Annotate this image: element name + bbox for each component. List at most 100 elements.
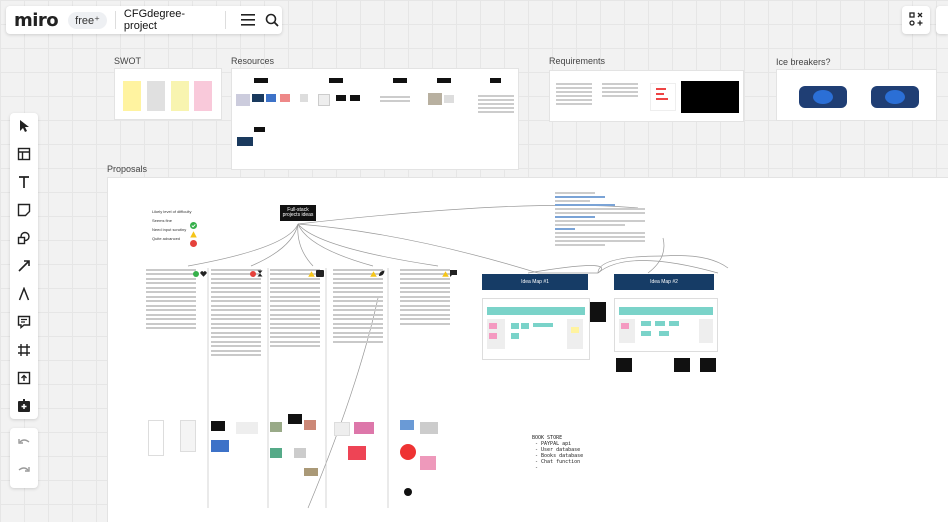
icebreakers-frame[interactable]	[776, 69, 937, 121]
idea-map-2-header[interactable]: Idea Map #2	[614, 274, 714, 290]
undo-button[interactable]	[10, 428, 38, 456]
miro-logo[interactable]: miro	[14, 10, 59, 31]
proposal-thumbnail[interactable]	[288, 414, 302, 424]
swot-opportunities-sticky[interactable]	[171, 81, 189, 111]
chat-icon	[450, 264, 457, 282]
requirements-frame[interactable]	[549, 70, 744, 122]
frame-label-proposals[interactable]: Proposals	[107, 164, 147, 174]
proposal-thumbnail[interactable]	[304, 420, 316, 430]
resource-image[interactable]	[252, 94, 264, 102]
select-tool[interactable]	[10, 113, 38, 141]
idea-column-1[interactable]	[146, 266, 196, 346]
more-apps-tool[interactable]	[10, 393, 38, 421]
resource-image[interactable]	[350, 95, 360, 101]
frame-label-requirements[interactable]: Requirements	[549, 56, 605, 66]
swot-weaknesses-sticky[interactable]	[147, 81, 165, 111]
proposal-thumbnail[interactable]	[420, 456, 436, 470]
idea-column-2[interactable]	[211, 266, 261, 386]
proposal-thumbnail[interactable]	[236, 422, 258, 434]
requirements-text[interactable]	[556, 81, 592, 109]
icebreaker-image[interactable]	[871, 86, 919, 108]
requirements-text[interactable]	[602, 81, 638, 109]
proposal-thumbnail[interactable]	[400, 444, 416, 460]
swot-threats-sticky[interactable]	[194, 81, 212, 111]
proposal-thumbnail[interactable]	[348, 446, 366, 460]
divider	[114, 11, 116, 29]
gamepad-icon	[316, 264, 324, 282]
resource-image[interactable]	[280, 94, 290, 102]
idea-map-1-header[interactable]: Idea Map #1	[482, 274, 588, 290]
resource-heading[interactable]	[393, 78, 407, 83]
resource-image[interactable]	[444, 95, 454, 103]
swot-frame[interactable]	[114, 68, 222, 120]
proposal-thumbnail[interactable]	[334, 422, 350, 436]
proposal-thumbnail[interactable]	[180, 420, 196, 452]
comment-tool[interactable]	[10, 309, 38, 337]
requirements-checklist[interactable]	[650, 83, 676, 111]
connection-line-tool[interactable]	[10, 253, 38, 281]
legend-item-needs-scrutiny[interactable]: Need input scrutiny	[152, 227, 186, 232]
upload-tool[interactable]	[10, 365, 38, 393]
frame-label-icebreakers[interactable]: Ice breakers?	[776, 57, 831, 67]
shapes-tool[interactable]	[10, 225, 38, 253]
resources-frame[interactable]	[231, 68, 519, 170]
shapes-panel-button[interactable]	[902, 6, 930, 34]
templates-tool[interactable]	[10, 141, 38, 169]
idea-map-2-note[interactable]	[616, 358, 632, 372]
legend-item-advanced[interactable]: Quite advanced	[152, 236, 180, 241]
idea-column-5[interactable]	[400, 266, 450, 386]
proposal-thumbnail[interactable]	[148, 420, 164, 456]
resource-image[interactable]	[336, 95, 346, 101]
resource-image[interactable]	[237, 137, 253, 146]
resource-heading[interactable]	[254, 78, 268, 83]
swot-strengths-sticky[interactable]	[123, 81, 141, 111]
pen-tool[interactable]	[10, 281, 38, 309]
sticky-note-tool[interactable]	[10, 197, 38, 225]
plan-badge[interactable]: free⁺	[68, 11, 107, 29]
requirements-screenshot[interactable]	[681, 81, 739, 113]
idea-map-2-note[interactable]	[700, 358, 716, 372]
proposal-thumbnail[interactable]	[270, 422, 282, 432]
idea-map-2-board[interactable]	[614, 298, 718, 352]
proposal-thumbnail[interactable]	[294, 448, 306, 458]
idea-map-1-board[interactable]	[482, 298, 590, 360]
idea-map-1-note[interactable]	[590, 302, 606, 322]
divider	[225, 11, 227, 29]
resource-heading[interactable]	[329, 78, 343, 83]
text-tool[interactable]	[10, 169, 38, 197]
resource-image[interactable]	[318, 94, 330, 106]
project-name[interactable]: CFGdegree-project	[124, 8, 217, 32]
resource-image[interactable]	[236, 94, 250, 106]
right-panel-button[interactable]	[936, 6, 948, 34]
proposal-thumbnail[interactable]	[400, 420, 414, 430]
proposal-thumbnail[interactable]	[211, 421, 225, 431]
bookstore-notes[interactable]: BOOK STORE - PAYPAL api - User database …	[532, 435, 583, 471]
resource-heading[interactable]	[437, 78, 451, 83]
proposal-thumbnail[interactable]	[270, 448, 282, 458]
resource-image[interactable]	[428, 93, 442, 105]
resource-note[interactable]	[478, 93, 514, 117]
resource-heading[interactable]	[490, 78, 501, 83]
icebreaker-image[interactable]	[799, 86, 847, 108]
hamburger-icon[interactable]	[238, 10, 258, 30]
resource-image[interactable]	[266, 94, 276, 102]
frame-tool[interactable]	[10, 337, 38, 365]
proposal-thumbnail[interactable]	[211, 440, 229, 452]
frame-label-swot[interactable]: SWOT	[114, 56, 141, 66]
proposal-thumbnail[interactable]	[304, 468, 318, 476]
resource-image[interactable]	[300, 94, 308, 102]
difficulty-legend-title[interactable]: Likely level of difficulty	[152, 209, 192, 214]
center-node-full-stack-ideas[interactable]: Full-stack projects ideas	[280, 205, 316, 221]
proposals-frame[interactable]: Likely level of difficulty Seems fine Ne…	[107, 177, 948, 522]
idea-map-2-note[interactable]	[674, 358, 690, 372]
resource-heading[interactable]	[254, 127, 265, 132]
search-icon[interactable]	[262, 10, 282, 30]
legend-item-seems-fine[interactable]: Seems fine	[152, 218, 172, 223]
proposal-thumbnail[interactable]	[404, 488, 412, 496]
proposal-thumbnail[interactable]	[420, 422, 438, 434]
resource-note[interactable]	[380, 94, 410, 104]
redo-button[interactable]	[10, 456, 38, 484]
research-notes[interactable]	[555, 190, 645, 260]
frame-label-resources[interactable]: Resources	[231, 56, 274, 66]
proposal-thumbnail[interactable]	[354, 422, 374, 434]
